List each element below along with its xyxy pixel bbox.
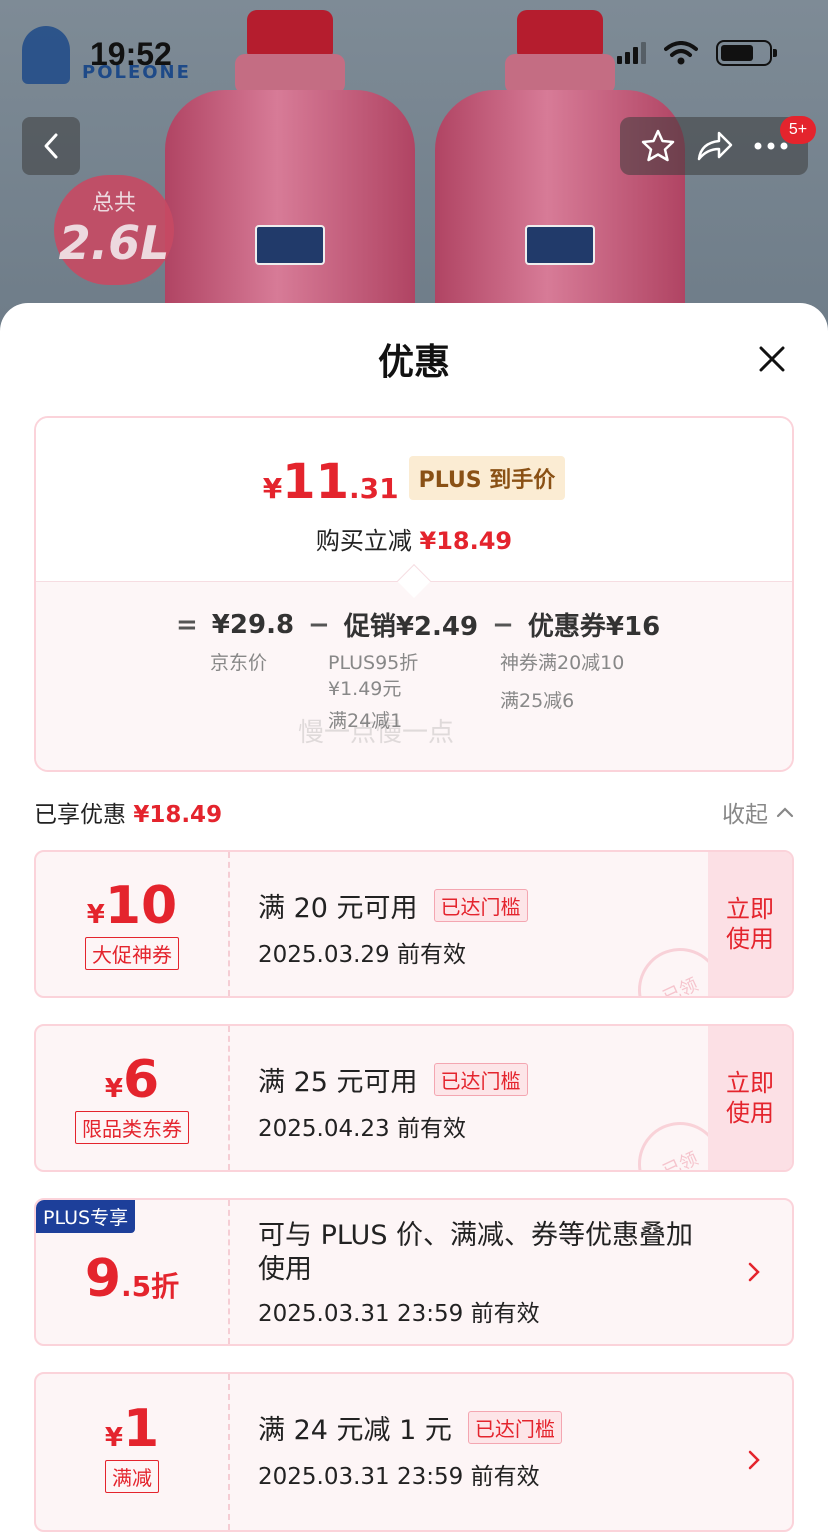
discount-sheet: 优惠 ¥ 11 .31 PLUS 到手价 购买立减 ¥18.49 = ¥29.8: [0, 303, 828, 1532]
coupon-value: ¥1 满减: [36, 1374, 230, 1530]
chevron-left-icon: [44, 133, 58, 159]
chevron-right-icon: [748, 1450, 760, 1470]
coupon-amount: 优惠券¥16: [527, 612, 661, 642]
sheet-title: 优惠: [377, 342, 450, 383]
discount-info: 可与 PLUS 价、满减、券等优惠叠加 使用 2025.03.31 23:59 …: [258, 1220, 694, 1327]
signal-icon: [617, 42, 646, 64]
jd-price-label: 京东价: [210, 652, 268, 674]
share-icon[interactable]: [695, 129, 735, 163]
star-icon[interactable]: [639, 127, 677, 165]
coupon-type-tag: 限品类东券: [75, 1110, 189, 1144]
coupon-info: 满 20 元可用 已达门槛 2025.03.29 前有效: [258, 886, 528, 969]
coupon-value: ¥10 大促神券: [36, 852, 230, 996]
price-breakdown: = ¥29.8 − 促销¥2.49 − 优惠券¥16 京东价 PLUS95折 ¥…: [36, 581, 792, 770]
chevron-up-icon: [776, 807, 794, 818]
use-now-button[interactable]: 立即 使用: [708, 852, 792, 996]
use-now-button[interactable]: 立即 使用: [708, 1026, 792, 1170]
coupon-info: 满 24 元减 1 元已达门槛 2025.03.31 23:59 前有效: [258, 1408, 562, 1491]
threshold-reached-badge: 已达门槛: [433, 889, 528, 922]
enjoyed-discount: 已享优惠 ¥18.49: [34, 802, 223, 828]
threshold-reached-badge: 已达门槛: [467, 1411, 562, 1444]
price-summary-card: ¥ 11 .31 PLUS 到手价 购买立减 ¥18.49 = ¥29.8 − …: [34, 416, 794, 772]
watermark-text: 慢一点慢一点: [298, 718, 455, 748]
coupon-card[interactable]: ¥6 限品类东券 满 25 元可用 已达门槛 2025.04.23 前有效 已领 …: [34, 1024, 794, 1172]
plus-price-tag: PLUS 到手价: [408, 456, 566, 500]
status-icons: [617, 40, 777, 66]
battery-icon: [716, 40, 777, 66]
promo-amount: 促销¥2.49: [343, 612, 479, 642]
more-icon[interactable]: [753, 141, 789, 151]
volume-badge: 总共 2.6L: [54, 175, 174, 285]
full-reduction-card[interactable]: ¥1 满减 满 24 元减 1 元已达门槛 2025.03.31 23:59 前…: [34, 1372, 794, 1532]
jd-price: ¥29.8: [211, 609, 295, 640]
close-icon[interactable]: [752, 339, 792, 379]
coupon-type-tag: 大促神券: [85, 936, 179, 970]
back-button[interactable]: [22, 117, 80, 175]
threshold-reached-badge: 已达门槛: [433, 1063, 528, 1096]
final-price: ¥ 11 .31: [262, 454, 399, 510]
status-time: 19:52: [90, 36, 172, 72]
coupon-type-tag: 满减: [105, 1460, 159, 1493]
coupon-detail: 神券满20减10 满25减6: [500, 652, 625, 712]
product-bottle-image: [165, 10, 415, 340]
instant-reduction: 购买立减 ¥18.49: [315, 527, 513, 555]
plus-discount-card[interactable]: 9.5折 PLUS专享 可与 PLUS 价、满减、券等优惠叠加 使用 2025.…: [34, 1198, 794, 1346]
chevron-right-icon: [748, 1262, 760, 1282]
plus-exclusive-badge: PLUS专享: [36, 1200, 136, 1233]
coupon-value: ¥6 限品类东券: [36, 1026, 230, 1170]
collapse-button[interactable]: 收起: [722, 795, 794, 829]
coupon-card[interactable]: ¥10 大促神券 满 20 元可用 已达门槛 2025.03.29 前有效 已领 …: [34, 850, 794, 998]
wifi-icon: [664, 41, 698, 65]
coupon-info: 满 25 元可用 已达门槛 2025.04.23 前有效: [258, 1060, 528, 1143]
price-formula: = ¥29.8 − 促销¥2.49 − 优惠券¥16: [176, 606, 660, 643]
notification-badge: 5+: [780, 116, 816, 144]
final-price-row: ¥ 11 .31 PLUS 到手价: [36, 456, 792, 506]
